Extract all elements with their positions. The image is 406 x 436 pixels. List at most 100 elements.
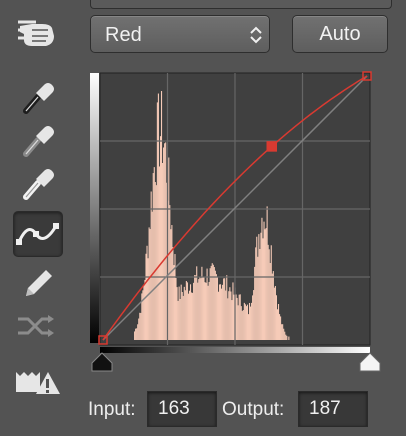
histogram-bar bbox=[147, 258, 149, 340]
histogram-bar bbox=[163, 147, 165, 340]
histogram-bar bbox=[274, 286, 276, 340]
histogram-bar bbox=[199, 277, 201, 340]
histogram-bar bbox=[240, 306, 242, 340]
histogram-bar bbox=[256, 236, 258, 340]
histogram-bar bbox=[168, 157, 170, 340]
histogram-bar bbox=[245, 306, 247, 340]
histogram-bar bbox=[200, 278, 202, 340]
histogram-bar bbox=[173, 265, 175, 340]
black-point-slider-icon[interactable] bbox=[90, 351, 114, 378]
curve-point-selected[interactable] bbox=[266, 141, 278, 152]
histogram-bar bbox=[261, 217, 263, 340]
histogram-bar bbox=[243, 302, 245, 340]
histogram-bar bbox=[241, 311, 243, 340]
histogram-bar bbox=[207, 285, 209, 340]
histogram-bar bbox=[284, 331, 286, 340]
histogram-bar bbox=[180, 284, 182, 340]
histogram-bar bbox=[188, 290, 191, 340]
histogram-bar bbox=[260, 232, 262, 340]
histogram-bar bbox=[198, 279, 200, 340]
histogram-bar bbox=[228, 291, 230, 340]
histogram-bar bbox=[286, 335, 288, 340]
on-image-adjustment-hand-icon[interactable] bbox=[12, 12, 62, 52]
histogram-bar bbox=[182, 295, 184, 340]
auto-button[interactable]: Auto bbox=[292, 15, 388, 53]
clipping-warning-icon[interactable] bbox=[12, 362, 62, 402]
histogram-bar bbox=[257, 256, 259, 340]
histogram-bar bbox=[203, 277, 205, 340]
histogram-bar bbox=[192, 292, 194, 340]
gray-point-eyedropper-icon[interactable] bbox=[12, 118, 62, 158]
histogram-bar bbox=[149, 229, 151, 340]
histogram-bar bbox=[160, 91, 163, 340]
histogram-bar bbox=[222, 284, 224, 340]
input-label: Input: bbox=[88, 399, 136, 420]
histogram-bar bbox=[178, 286, 180, 340]
histogram-bar bbox=[183, 286, 185, 340]
histogram-bar bbox=[227, 298, 229, 340]
histogram-bar bbox=[258, 234, 260, 340]
histogram-bar bbox=[288, 336, 290, 340]
top-panel-edge bbox=[90, 0, 392, 9]
histogram-bar bbox=[181, 292, 183, 340]
histogram-bar bbox=[146, 245, 148, 340]
channel-select[interactable]: Red bbox=[90, 15, 270, 53]
histogram-bar bbox=[156, 102, 158, 340]
histogram-bar bbox=[253, 290, 255, 340]
histogram-bar bbox=[237, 305, 239, 340]
histogram-bar bbox=[255, 247, 257, 340]
histogram-bar bbox=[273, 287, 275, 340]
histogram-bar bbox=[206, 268, 208, 340]
histogram-bar bbox=[272, 271, 274, 340]
histogram-bar bbox=[219, 284, 222, 340]
histogram-bar bbox=[225, 290, 227, 340]
histogram-bar bbox=[191, 292, 193, 340]
histogram-bar bbox=[250, 306, 252, 340]
histogram-bar bbox=[209, 268, 211, 340]
histogram-bar bbox=[189, 284, 192, 340]
histogram-bar bbox=[280, 316, 282, 340]
histogram-bar bbox=[238, 294, 240, 340]
output-gradient-bar bbox=[90, 73, 99, 343]
histogram-bar bbox=[254, 266, 256, 340]
histogram-bar bbox=[187, 293, 189, 340]
histogram-bar bbox=[134, 331, 136, 340]
histogram-bar bbox=[185, 281, 187, 340]
curve-point-tool-icon[interactable] bbox=[13, 211, 63, 257]
histogram-bar bbox=[248, 302, 251, 340]
histogram-bar bbox=[269, 262, 271, 340]
histogram-bar bbox=[282, 324, 284, 340]
histogram-bar bbox=[232, 282, 234, 340]
histogram-bar bbox=[217, 291, 220, 340]
histogram-bar bbox=[281, 324, 283, 340]
updown-arrows-icon bbox=[249, 25, 263, 50]
histogram-bar bbox=[179, 298, 181, 340]
output-field[interactable]: 187 bbox=[298, 391, 368, 427]
histogram-bar bbox=[279, 314, 281, 340]
channel-select-value: Red bbox=[105, 24, 142, 46]
histogram-bar bbox=[154, 182, 156, 340]
histogram-bar bbox=[208, 281, 210, 340]
histogram-bar bbox=[159, 136, 162, 340]
histogram-bar bbox=[175, 278, 177, 340]
histogram-bar bbox=[136, 328, 138, 340]
histogram-bar bbox=[155, 185, 157, 340]
histogram-bar bbox=[215, 274, 217, 340]
histogram-bar bbox=[172, 247, 174, 340]
histogram-bar bbox=[177, 300, 179, 340]
pencil-draw-icon[interactable] bbox=[12, 262, 62, 302]
input-field[interactable]: 163 bbox=[147, 391, 217, 427]
curves-graph[interactable] bbox=[88, 70, 378, 370]
histogram-bar bbox=[231, 300, 233, 340]
histogram-bar bbox=[158, 166, 161, 340]
white-point-slider-icon[interactable] bbox=[358, 351, 382, 378]
histogram-bar bbox=[140, 312, 142, 340]
histogram-bar bbox=[230, 291, 232, 340]
histogram-bar bbox=[270, 245, 272, 340]
white-point-eyedropper-icon[interactable] bbox=[12, 161, 62, 201]
histogram-bar bbox=[247, 314, 250, 340]
histogram-bar bbox=[224, 278, 226, 340]
histogram-bar bbox=[142, 290, 144, 340]
black-point-eyedropper-icon[interactable] bbox=[12, 75, 62, 115]
histogram-bar bbox=[212, 264, 214, 340]
